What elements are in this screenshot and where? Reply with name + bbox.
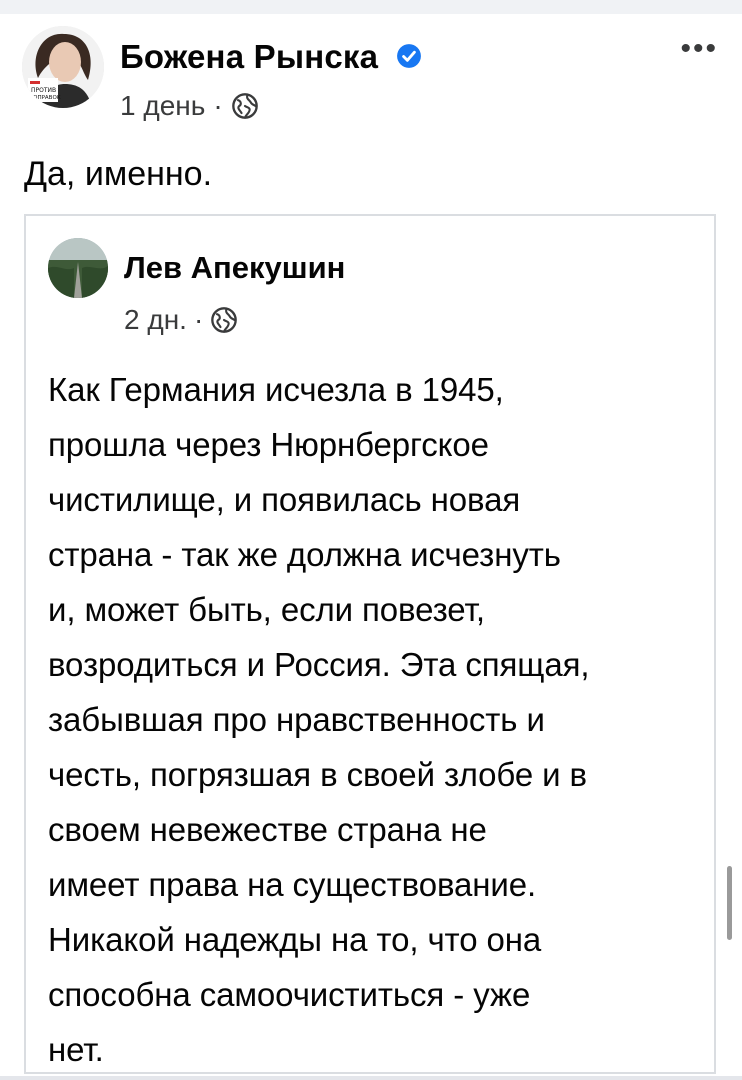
shared-post-meta: 2 дн. · bbox=[124, 304, 238, 336]
text-line: Как Германия исчезла в 1945, bbox=[48, 371, 504, 408]
meta-separator: · bbox=[213, 90, 223, 121]
text-line: возродиться и Россия. Эта спящая, bbox=[48, 646, 590, 683]
text-line: своем невежестве страна не bbox=[48, 811, 487, 848]
post-meta: 1 день · bbox=[120, 90, 259, 122]
author-name-text[interactable]: Божена Рынска bbox=[120, 38, 378, 75]
verified-badge-icon bbox=[396, 44, 421, 69]
shared-post-card[interactable]: Лев Апекушин 2 дн. · Как Германия исчезл… bbox=[24, 214, 716, 1074]
shared-post-time[interactable]: 2 дн. bbox=[124, 304, 187, 336]
text-line: имеет права на существование. bbox=[48, 866, 537, 903]
shared-author-avatar[interactable] bbox=[48, 238, 108, 298]
bottom-divider bbox=[0, 1076, 742, 1080]
avatar-badge-line2: ПОПРАВОК bbox=[29, 95, 61, 101]
text-line: Никакой надежды на то, что она bbox=[48, 921, 542, 958]
text-line: забывшая про нравственность и bbox=[48, 701, 545, 738]
text-line: и, может быть, если повезет, bbox=[48, 591, 485, 628]
text-line: честь, погрязшая в своей злобе и в bbox=[48, 756, 587, 793]
shared-author-name[interactable]: Лев Апекушин bbox=[124, 250, 345, 286]
scrollbar[interactable] bbox=[727, 866, 732, 940]
globe-icon[interactable] bbox=[231, 92, 259, 120]
shared-avatar-image bbox=[48, 238, 108, 298]
post-text: Да, именно. bbox=[24, 155, 213, 193]
author-avatar[interactable]: ПРОТИВ ПОПРАВОК bbox=[22, 26, 104, 108]
globe-icon[interactable] bbox=[210, 306, 238, 334]
text-line: нет. bbox=[48, 1031, 104, 1068]
author-name[interactable]: Божена Рынска bbox=[120, 38, 422, 76]
text-line: страна - так же должна исчезнуть bbox=[48, 536, 561, 573]
avatar-badge-line1: ПРОТИВ bbox=[31, 87, 56, 94]
text-line: чистилище, и появилась новая bbox=[48, 481, 521, 518]
shared-post-text: Как Германия исчезла в 1945, прошла чере… bbox=[48, 362, 708, 1077]
more-options-button[interactable]: ••• bbox=[680, 34, 718, 64]
shared-meta-separator: · bbox=[193, 304, 204, 335]
post-time[interactable]: 1 день bbox=[120, 90, 205, 122]
top-divider bbox=[0, 0, 742, 14]
text-line: прошла через Нюрнбергское bbox=[48, 426, 489, 463]
text-line: способна самоочиститься - уже bbox=[48, 976, 531, 1013]
ellipsis-icon[interactable]: ••• bbox=[680, 32, 718, 65]
avatar-image: ПРОТИВ ПОПРАВОК bbox=[22, 26, 104, 108]
